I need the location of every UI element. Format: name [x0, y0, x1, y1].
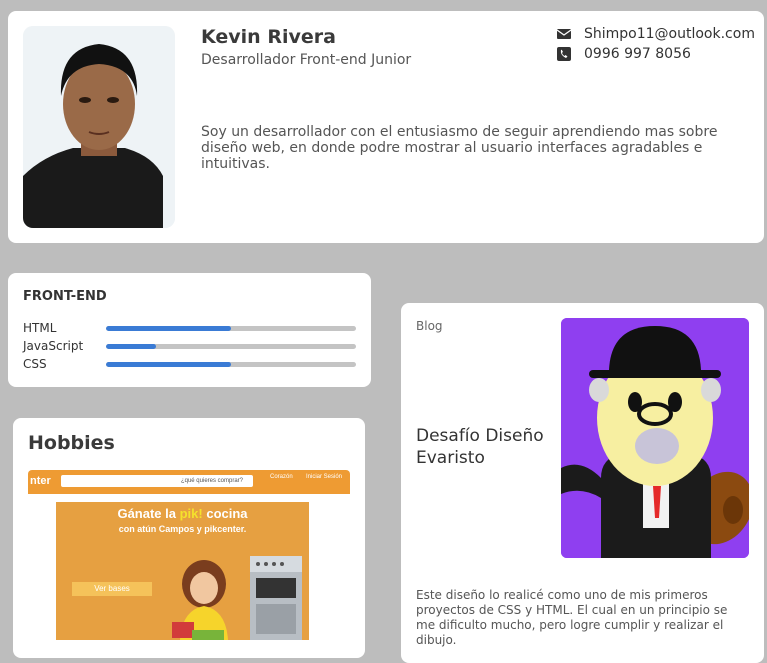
envelope-icon — [556, 26, 572, 42]
phone-text: 0996 997 8056 — [584, 46, 691, 62]
skills-title: FRONT-END — [23, 289, 107, 304]
preview-button: Ver bases — [72, 582, 152, 596]
preview-illustration — [172, 556, 302, 640]
skill-bar — [106, 343, 356, 349]
skill-bar-fill — [106, 325, 231, 331]
profile-bio: Soy un desarrollador con el entusiasmo d… — [201, 124, 718, 172]
skills-card: FRONT-END HTML JavaScript CSS — [8, 273, 371, 387]
skill-bar — [106, 361, 356, 367]
email-contact[interactable]: Shimpo11@outlook.com — [556, 26, 755, 42]
evaristo-illustration[interactable] — [561, 318, 749, 558]
skill-bar-fill — [106, 343, 156, 349]
skill-bar — [106, 325, 356, 331]
hobbies-title: Hobbies — [28, 432, 115, 454]
email-text: Shimpo11@outlook.com — [584, 26, 755, 42]
skill-label: CSS — [23, 357, 47, 371]
skill-row-css: CSS — [23, 356, 357, 372]
preview-navbar: nter ¿qué quieres comprar? Corazón Inici… — [28, 470, 350, 494]
skill-bar-fill — [106, 361, 231, 367]
preview-link-corazon: Corazón — [270, 474, 293, 480]
blog-title[interactable]: Desafío Diseño Evaristo — [416, 425, 546, 469]
skill-label: JavaScript — [23, 339, 84, 353]
skill-row-javascript: JavaScript — [23, 338, 357, 354]
preview-banner: Gánate la pik! cocina con atún Campos y … — [56, 502, 309, 640]
profile-role: Desarrollador Front-end Junior — [201, 52, 412, 68]
blog-tag: Blog — [416, 319, 443, 333]
preview-headline: Gánate la pik! cocina — [117, 506, 248, 521]
profile-name: Kevin Rivera — [201, 26, 336, 48]
profile-photo — [23, 26, 175, 228]
skill-row-html: HTML — [23, 320, 357, 336]
hobbies-card: Hobbies nter ¿qué quieres comprar? Coraz… — [13, 418, 365, 658]
preview-logo: nter — [30, 475, 51, 487]
skill-label: HTML — [23, 321, 57, 335]
hobby-project-preview[interactable]: nter ¿qué quieres comprar? Corazón Inici… — [28, 470, 350, 640]
blog-description: Este diseño lo realicé como uno de mis p… — [416, 588, 728, 647]
blog-card: Blog Desafío Diseño Evaristo Este diseño… — [401, 303, 764, 663]
preview-search-bar: ¿qué quieres comprar? — [61, 475, 253, 487]
preview-link-login: Iniciar Sesión — [306, 474, 343, 480]
preview-subline: con atún Campos y pikcenter. — [118, 524, 247, 534]
profile-card: Kevin Rivera Desarrollador Front-end Jun… — [8, 11, 764, 243]
phone-icon — [556, 46, 572, 62]
phone-contact[interactable]: 0996 997 8056 — [556, 46, 691, 62]
